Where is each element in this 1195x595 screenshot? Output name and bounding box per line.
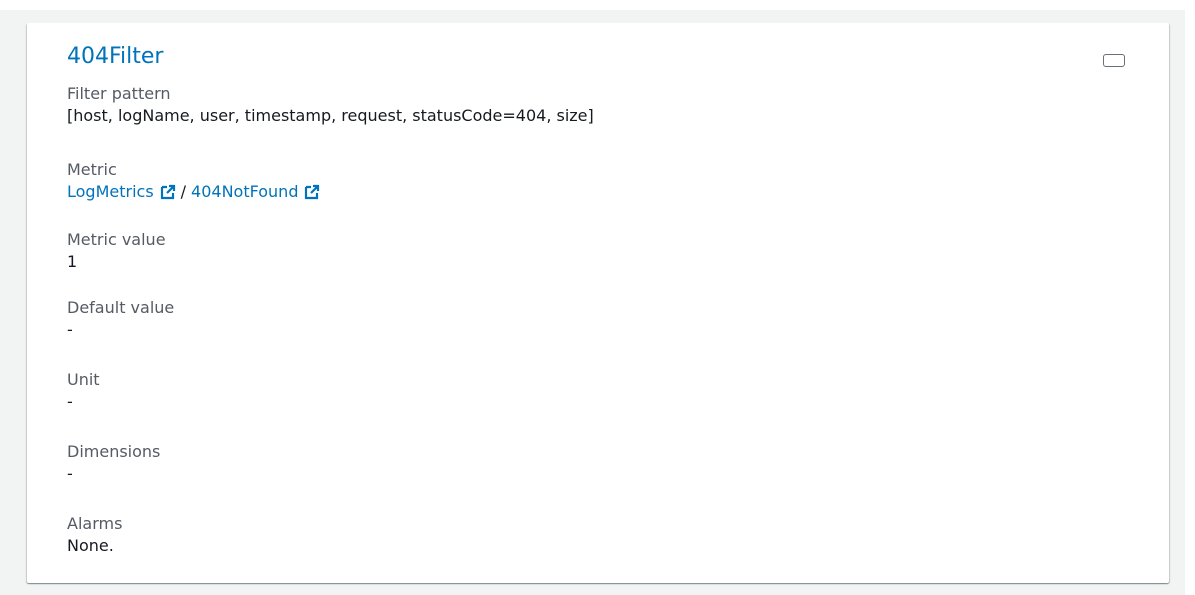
alarms-label: Alarms <box>67 514 123 533</box>
metric-filter-card: 404Filter Filter pattern [host, logName,… <box>27 23 1169 583</box>
unit-label: Unit <box>67 370 100 389</box>
metric-field: Metric LogMetrics /404NotFound <box>67 159 320 203</box>
unit-field: Unit - <box>67 369 100 413</box>
unit-value: - <box>67 392 73 411</box>
dimensions-value: - <box>67 464 73 483</box>
top-strip <box>0 0 1195 10</box>
default-value-field: Default value - <box>67 297 174 341</box>
metric-filter-title-link[interactable]: 404Filter <box>67 42 163 72</box>
metric-value-links: LogMetrics /404NotFound <box>67 181 320 203</box>
metric-name-text: 404NotFound <box>191 182 299 201</box>
dimensions-label: Dimensions <box>67 442 161 461</box>
metric-namespace-link[interactable]: LogMetrics <box>67 182 176 201</box>
metric-label: Metric <box>67 160 117 179</box>
external-link-icon <box>305 184 320 200</box>
external-link-icon <box>160 184 175 200</box>
metric-value-label: Metric value <box>67 230 166 249</box>
filter-pattern-field: Filter pattern [host, logName, user, tim… <box>67 83 594 127</box>
dimensions-field: Dimensions - <box>67 441 160 485</box>
metric-namespace-text: LogMetrics <box>67 182 154 201</box>
alarms-value: None. <box>67 536 114 555</box>
select-checkbox[interactable] <box>1103 54 1125 67</box>
default-value-label: Default value <box>67 298 175 317</box>
metric-name-link[interactable]: 404NotFound <box>191 182 320 201</box>
metric-value-value: 1 <box>67 252 78 271</box>
filter-pattern-label: Filter pattern <box>67 84 171 103</box>
metric-separator: / <box>180 182 187 201</box>
filter-pattern-value: [host, logName, user, timestamp, request… <box>67 106 594 125</box>
metric-value-field: Metric value 1 <box>67 229 166 273</box>
right-strip <box>1185 0 1195 595</box>
default-value-value: - <box>67 320 73 339</box>
alarms-field: Alarms None. <box>67 513 122 557</box>
